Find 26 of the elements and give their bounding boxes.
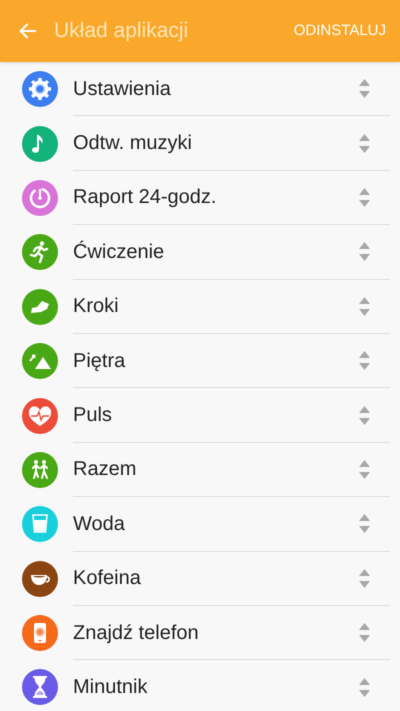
app-label: Ćwiczenie <box>73 240 166 265</box>
uninstall-button[interactable]: ODINSTALUJ <box>294 20 386 42</box>
app-label: Raport 24-godz. <box>73 185 218 210</box>
reorder-handle-icon[interactable] <box>359 514 370 534</box>
reorder-handle-icon[interactable] <box>359 188 370 207</box>
reorder-handle-icon[interactable] <box>359 460 370 479</box>
reorder-handle-icon[interactable] <box>359 568 370 588</box>
reorder-handle-icon[interactable] <box>359 623 370 642</box>
app-label: Znajdź telefon <box>73 620 200 646</box>
screen-title: Układ aplikacji <box>54 18 188 44</box>
app-label: Piętra <box>73 348 126 374</box>
reorder-handle-icon[interactable] <box>359 242 370 262</box>
app-label: Kofeina <box>73 566 142 592</box>
app-label: Minutnik <box>73 675 148 700</box>
reorder-handle-icon[interactable] <box>359 678 370 697</box>
reorder-handle-icon[interactable] <box>359 296 370 316</box>
reorder-handle-icon[interactable] <box>359 406 370 425</box>
reorder-handle-icon[interactable] <box>359 351 370 370</box>
app-label: Kroki <box>73 294 120 320</box>
reorder-handle-icon[interactable] <box>359 79 370 98</box>
app-label: Ustawienia <box>73 76 172 102</box>
app-label: Woda <box>73 512 126 537</box>
app-label: Puls <box>73 403 113 428</box>
reorder-handle-icon[interactable] <box>359 134 370 153</box>
app-label: Odtw. muzyki <box>73 131 193 156</box>
app-label: Razem <box>73 457 138 482</box>
